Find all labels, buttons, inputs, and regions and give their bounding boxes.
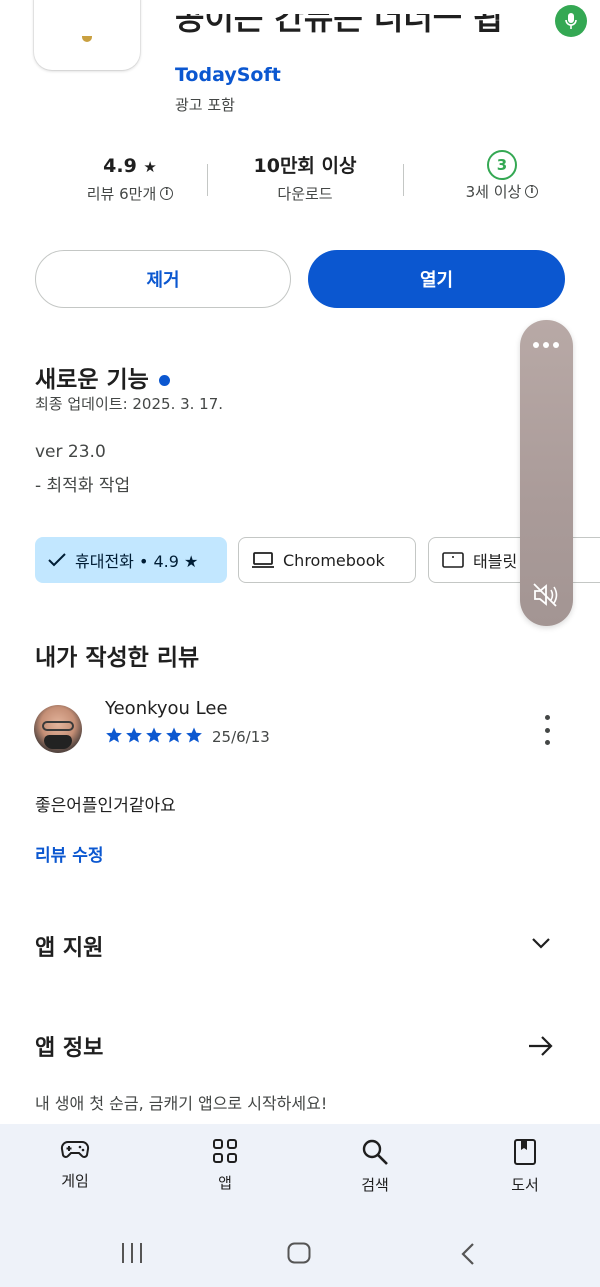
tablet-icon <box>442 552 464 568</box>
star-icon <box>146 727 162 743</box>
rating-stat[interactable]: 4.9 ★ 리뷰 6만개 i <box>40 152 220 204</box>
divider <box>403 164 404 196</box>
floating-side-panel[interactable] <box>520 320 573 626</box>
new-indicator-dot <box>158 375 170 386</box>
chevron-down-icon[interactable] <box>530 935 552 955</box>
more-options-icon[interactable] <box>537 715 557 745</box>
avatar <box>34 705 82 753</box>
nav-games-label: 게임 <box>61 1172 89 1190</box>
star-icon <box>166 727 182 743</box>
version-text: ver 23.0 <box>35 442 106 462</box>
device-chip-chromebook[interactable]: Chromebook <box>238 537 416 583</box>
review-text: 좋은어플인거같아요 <box>35 796 176 816</box>
age-rating-label: 3세 이상 <box>465 183 522 201</box>
downloads-stat: 10만회 이상 다운로드 <box>215 152 395 204</box>
uninstall-button[interactable]: 제거 <box>35 250 291 308</box>
release-note: - 최적화 작업 <box>35 476 131 496</box>
developer-link[interactable]: TodaySoft <box>175 64 281 86</box>
more-dots-icon[interactable] <box>533 342 559 348</box>
reviews-count: 리뷰 6만개 <box>86 185 157 203</box>
app-icon <box>34 0 140 70</box>
device-chip-tablet-label: 태블릿 <box>473 552 518 571</box>
bottom-navigation: 게임 앱 검색 도서 <box>0 1124 600 1216</box>
app-title: 공이는 간뉴는 너너ㅡ 됩 <box>175 14 503 37</box>
laptop-icon <box>252 552 274 568</box>
device-chip-phone-label: 휴대전화 • 4.9 ★ <box>75 552 199 571</box>
star-icon: ★ <box>143 158 157 176</box>
age-rating-stat[interactable]: 3 3세 이상 i <box>412 150 592 202</box>
nav-search[interactable]: 검색 <box>335 1138 415 1195</box>
age-rating-badge: 3 <box>487 150 517 180</box>
star-icon <box>106 727 122 743</box>
star-icon <box>126 727 142 743</box>
system-navigation-bar <box>0 1216 600 1287</box>
reviewer-name: Yeonkyou Lee <box>105 698 228 719</box>
arrow-right-icon[interactable] <box>527 1034 555 1062</box>
recent-apps-icon[interactable] <box>120 1242 144 1268</box>
last-updated: 최종 업데이트: 2025. 3. 17. <box>35 395 224 413</box>
nav-search-label: 검색 <box>361 1176 389 1194</box>
device-chip-phone[interactable]: 휴대전화 • 4.9 ★ <box>35 537 227 583</box>
review-stars <box>105 726 203 744</box>
gamepad-icon <box>60 1140 90 1158</box>
downloads-value: 10만회 이상 <box>253 155 357 177</box>
divider <box>207 164 208 196</box>
nav-books-label: 도서 <box>511 1176 539 1194</box>
home-icon[interactable] <box>287 1242 311 1268</box>
ads-note: 광고 포함 <box>175 96 235 114</box>
search-icon <box>362 1139 388 1165</box>
whats-new-heading[interactable]: 새로운 기능 <box>35 360 170 394</box>
mute-icon[interactable] <box>532 582 560 612</box>
info-icon[interactable]: i <box>525 185 539 198</box>
check-icon <box>48 553 66 567</box>
apps-grid-icon <box>213 1139 237 1163</box>
nav-apps-label: 앱 <box>218 1174 232 1192</box>
device-chip-tablet[interactable]: 태블릿 <box>428 537 600 583</box>
app-support-heading[interactable]: 앱 지원 <box>35 930 103 962</box>
open-button[interactable]: 열기 <box>308 250 565 308</box>
back-icon[interactable] <box>460 1242 476 1270</box>
nav-books[interactable]: 도서 <box>485 1138 565 1195</box>
edit-review-link[interactable]: 리뷰 수정 <box>35 841 103 866</box>
app-info-heading[interactable]: 앱 정보 <box>35 1030 103 1062</box>
app-description: 내 생애 첫 순금, 금캐기 앱으로 시작하세요! <box>35 1094 328 1113</box>
book-icon <box>514 1139 536 1165</box>
microphone-icon[interactable] <box>555 5 587 37</box>
nav-games[interactable]: 게임 <box>35 1138 115 1191</box>
device-chip-chromebook-label: Chromebook <box>283 550 385 570</box>
info-icon[interactable]: i <box>160 187 174 200</box>
my-review-heading: 내가 작성한 리뷰 <box>35 645 200 671</box>
downloads-label: 다운로드 <box>277 185 333 203</box>
star-icon <box>186 727 202 743</box>
review-date: 25/6/13 <box>212 728 270 746</box>
nav-apps[interactable]: 앱 <box>185 1138 265 1193</box>
rating-value: 4.9 <box>103 155 137 177</box>
